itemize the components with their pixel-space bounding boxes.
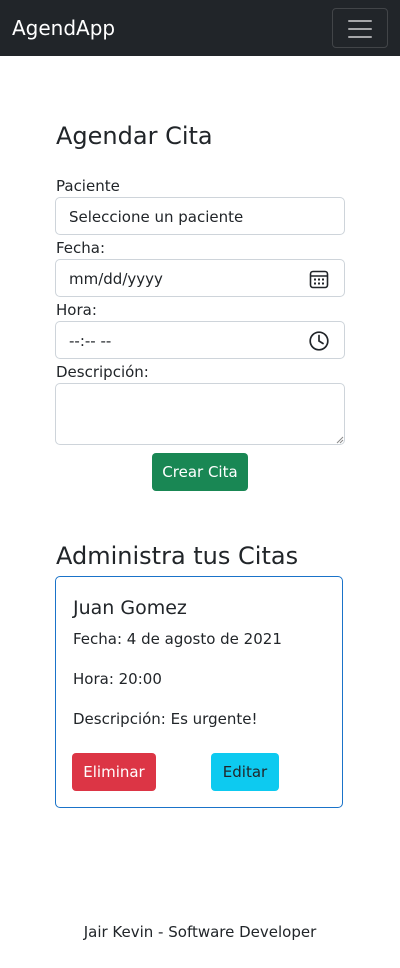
date-input-placeholder: mm/dd/yyyy: [69, 270, 163, 288]
create-appointment-button[interactable]: Crear Cita: [152, 453, 248, 491]
description-label: Descripción:: [56, 363, 149, 381]
patient-select-value: Seleccione un paciente: [69, 208, 244, 226]
hamburger-bar: [348, 28, 372, 30]
appointment-description: Descripción: Es urgente!: [73, 710, 258, 728]
time-label: Hora:: [56, 301, 97, 319]
date-input[interactable]: mm/dd/yyyy: [55, 259, 345, 297]
patient-label: Paciente: [56, 177, 120, 195]
navbar: AgendApp: [0, 0, 400, 56]
appointment-date: Fecha: 4 de agosto de 2021: [73, 630, 282, 648]
time-input[interactable]: --:-- --: [55, 321, 345, 359]
navbar-toggle-button[interactable]: [332, 8, 388, 48]
appointment-card: Juan Gomez Fecha: 4 de agosto de 2021 Ho…: [55, 576, 343, 808]
footer-credit: Jair Kevin - Software Developer: [83, 923, 317, 941]
appointments-title: Administra tus Citas: [56, 542, 299, 570]
edit-appointment-button[interactable]: Editar: [211, 753, 279, 791]
hamburger-bar: [348, 36, 372, 38]
appointment-patient: Juan Gomez: [73, 597, 187, 619]
delete-appointment-button[interactable]: Eliminar: [72, 753, 156, 791]
patient-select[interactable]: Seleccione un paciente: [55, 197, 345, 235]
date-label: Fecha:: [56, 239, 106, 257]
brand-link[interactable]: AgendApp: [12, 15, 115, 41]
calendar-icon[interactable]: [308, 268, 330, 290]
time-input-placeholder: --:-- --: [69, 332, 112, 350]
appointment-time: Hora: 20:00: [73, 670, 162, 688]
clock-icon[interactable]: [308, 330, 330, 352]
description-textarea[interactable]: [55, 383, 345, 445]
resize-grip-icon[interactable]: [336, 436, 344, 444]
form-title: Agendar Cita: [56, 122, 213, 150]
hamburger-menu-icon: [348, 20, 372, 22]
